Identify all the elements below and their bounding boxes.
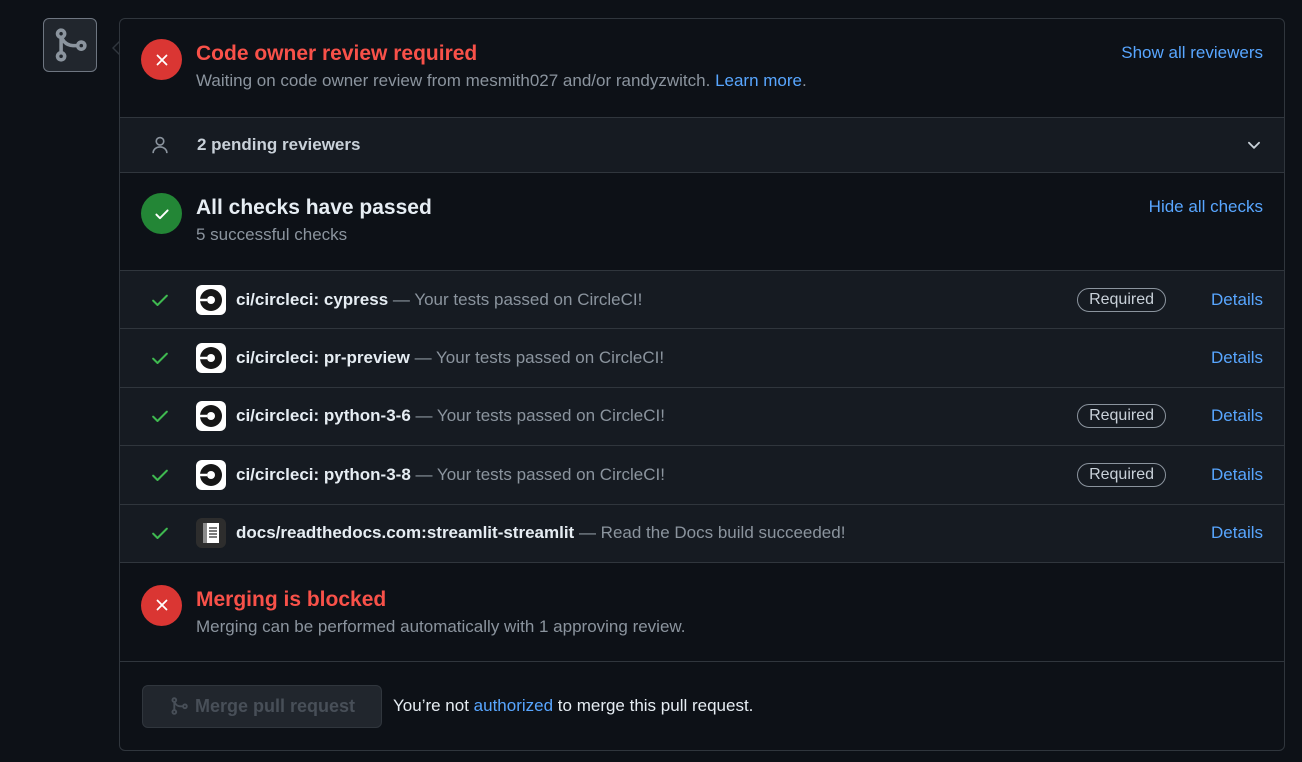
merge-button-label: Merge pull request xyxy=(194,695,356,716)
check-icon xyxy=(152,469,168,481)
x-circle-icon xyxy=(141,584,182,626)
learn-more-link[interactable]: Learn more xyxy=(715,71,802,90)
show-all-reviewers-link[interactable]: Show all reviewers xyxy=(1121,43,1263,63)
merge-box: Code owner review required Waiting on co… xyxy=(119,18,1285,751)
pending-reviewers-toggle[interactable]: 2 pending reviewers xyxy=(120,118,1284,173)
check-description: ci/circleci: python-3-8 — Your tests pas… xyxy=(236,464,665,484)
check-description: ci/circleci: cypress — Your tests passed… xyxy=(236,289,643,309)
git-merge-icon xyxy=(43,18,97,72)
checks-title: All checks have passed xyxy=(196,196,432,219)
circleci-icon xyxy=(196,401,226,432)
details-link[interactable]: Details xyxy=(1211,290,1263,310)
code-owner-title: Code owner review required xyxy=(196,42,478,65)
details-link[interactable]: Details xyxy=(1211,348,1263,368)
check-description: ci/circleci: pr-preview — Your tests pas… xyxy=(236,348,665,368)
check-description: ci/circleci: python-3-6 — Your tests pas… xyxy=(236,406,665,426)
check-description: docs/readthedocs.com:streamlit-streamlit… xyxy=(236,523,846,543)
git-merge-icon xyxy=(171,697,188,716)
details-link[interactable]: Details xyxy=(1211,523,1263,543)
circleci-icon xyxy=(196,459,226,490)
check-circle-icon xyxy=(141,193,182,234)
code-owner-subtitle: Waiting on code owner review from mesmit… xyxy=(196,71,807,90)
check-icon xyxy=(152,527,168,540)
check-icon xyxy=(152,411,168,423)
check-row: docs/readthedocs.com:streamlit-streamlit… xyxy=(120,504,1284,563)
authorized-link[interactable]: authorized xyxy=(474,696,553,715)
required-badge: Required xyxy=(1077,462,1166,487)
merge-permission-note: You’re not authorized to merge this pull… xyxy=(393,696,754,716)
checks-summary-section: All checks have passed 5 successful chec… xyxy=(120,173,1284,271)
required-badge: Required xyxy=(1077,404,1166,429)
merging-blocked-title: Merging is blocked xyxy=(196,587,387,611)
pending-reviewers-label: 2 pending reviewers xyxy=(197,135,361,154)
check-row: ci/circleci: python-3-6 — Your tests pas… xyxy=(120,387,1284,447)
check-name: ci/circleci: python-3-8 xyxy=(236,464,411,484)
checks-subtitle: 5 successful checks xyxy=(196,225,348,244)
circleci-icon xyxy=(196,343,226,374)
readthedocs-icon xyxy=(196,518,226,549)
person-icon xyxy=(152,136,168,154)
required-badge: Required xyxy=(1077,287,1166,312)
merge-pull-request-button[interactable]: Merge pull request xyxy=(142,684,382,728)
chevron-down-icon[interactable] xyxy=(1245,136,1263,154)
check-name: ci/circleci: pr-preview xyxy=(236,348,410,368)
check-name: ci/circleci: python-3-6 xyxy=(236,406,411,426)
check-list: ci/circleci: cypress — Your tests passed… xyxy=(120,271,1284,563)
details-link[interactable]: Details xyxy=(1211,406,1263,426)
check-name: ci/circleci: cypress xyxy=(236,289,389,309)
merging-blocked-section: Merging is blocked Merging can be perfor… xyxy=(120,563,1284,662)
check-row: ci/circleci: pr-preview — Your tests pas… xyxy=(120,329,1284,388)
check-row: ci/circleci: cypress — Your tests passed… xyxy=(120,271,1284,330)
check-name: docs/readthedocs.com:streamlit-streamlit xyxy=(236,523,575,543)
code-owner-section: Code owner review required Waiting on co… xyxy=(120,19,1284,118)
merge-footer: Merge pull request You’re not authorized… xyxy=(120,662,1284,750)
check-icon xyxy=(152,352,168,365)
check-icon xyxy=(152,294,168,306)
merging-blocked-subtitle: Merging can be performed automatically w… xyxy=(196,616,686,636)
x-circle-icon xyxy=(141,39,182,80)
check-row: ci/circleci: python-3-8 — Your tests pas… xyxy=(120,446,1284,505)
circleci-icon xyxy=(196,284,226,315)
details-link[interactable]: Details xyxy=(1211,465,1263,485)
hide-all-checks-link[interactable]: Hide all checks xyxy=(1149,197,1263,217)
